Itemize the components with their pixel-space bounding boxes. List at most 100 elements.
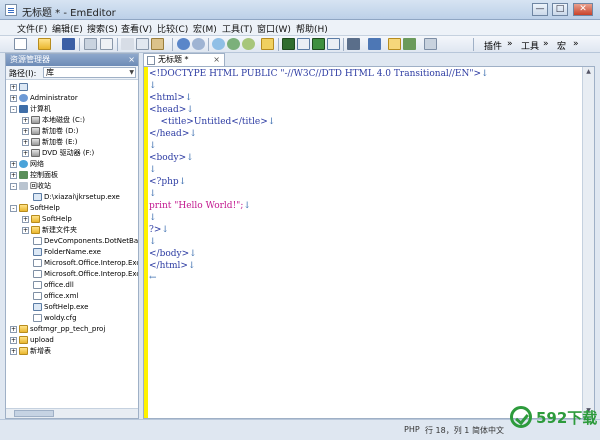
menu-file[interactable]: 文件(F) [17, 22, 47, 35]
cut-icon[interactable] [121, 38, 134, 50]
menu-search[interactable]: 搜索(S) [87, 22, 118, 35]
paste-icon[interactable] [151, 38, 164, 50]
print-icon[interactable] [100, 38, 113, 50]
explorer-pane: 资源管理器 × 路径(I): 库 ▼ + + Administrator - 计算机… [5, 53, 139, 419]
encoding-icon[interactable] [368, 38, 381, 50]
config-icon[interactable] [347, 38, 360, 50]
find-next-icon[interactable] [227, 38, 240, 50]
code-line: ?>↓ [149, 225, 169, 235]
close-button[interactable]: ✕ [573, 3, 593, 16]
code-line: ↓ [149, 237, 157, 247]
library-icon [19, 83, 28, 91]
explorer-close-icon[interactable]: × [128, 54, 135, 66]
find-prev-icon[interactable] [242, 38, 255, 50]
path-select[interactable]: 库 ▼ [43, 67, 136, 78]
plugins-more[interactable]: » [507, 39, 513, 49]
drive-icon [31, 127, 40, 135]
tree-item[interactable]: + 网络 [10, 159, 44, 169]
redo-icon[interactable] [192, 38, 205, 50]
menu-tools[interactable]: 工具(T) [222, 22, 253, 35]
explorer-header: 资源管理器 × [6, 54, 138, 66]
path-value: 库 [46, 68, 54, 77]
exe-file-icon [33, 303, 42, 311]
tree-item[interactable]: Microsoft.Office.Interop.Excel.dll [33, 258, 138, 268]
code-line: print "Hello World!";↓ [149, 201, 251, 211]
menu-edit[interactable]: 编辑(E) [52, 22, 83, 35]
tree-item[interactable]: office.dll [33, 280, 74, 290]
highlight-icon[interactable] [261, 38, 274, 50]
macro-more[interactable]: » [573, 39, 579, 49]
tree-item[interactable]: - 计算机 [10, 104, 51, 114]
save-all-icon[interactable] [84, 38, 97, 50]
menu-compare[interactable]: 比较(C) [157, 22, 188, 35]
open-folder-icon[interactable] [38, 38, 51, 50]
view-mode-2-icon[interactable] [297, 38, 310, 50]
tree-item[interactable]: office.xml [33, 291, 78, 301]
tools-label[interactable]: 工具 [521, 39, 539, 52]
window-title: 无标题 * - EmEditor [22, 8, 116, 19]
tree-item[interactable]: + 新增表 [10, 346, 51, 356]
folder-icon [19, 336, 28, 344]
tree-item[interactable]: - SoftHelp [10, 203, 60, 213]
bookmark-icon[interactable] [388, 38, 401, 50]
status-position: 行 18，列 1 [425, 426, 470, 435]
tree-item[interactable]: D:\xiazai\jkrsetup.exe [33, 192, 120, 202]
tree-item[interactable]: + 本地磁盘 (C:) [22, 115, 85, 125]
editor-vertical-scrollbar[interactable]: ▲ ▼ [582, 67, 594, 418]
undo-icon[interactable] [177, 38, 190, 50]
menu-window[interactable]: 窗口(W) [257, 22, 291, 35]
path-row: 路径(I): 库 ▼ [6, 66, 138, 80]
tree-item[interactable]: + [10, 82, 30, 92]
tree-item[interactable]: SoftHelp.exe [33, 302, 88, 312]
tree-item[interactable]: + 控制面板 [10, 170, 58, 180]
scroll-up-icon[interactable]: ▲ [584, 68, 593, 77]
tree-item[interactable]: + softmgr_pp_tech_proj [10, 324, 105, 334]
tab-untitled[interactable]: 无标题 * × [143, 53, 225, 66]
save-icon[interactable] [62, 38, 75, 50]
view-mode-1-icon[interactable] [282, 38, 295, 50]
code-line: ↓ [149, 81, 157, 91]
menu-macro[interactable]: 宏(M) [193, 22, 217, 35]
maximize-button[interactable]: □ [552, 3, 568, 16]
status-encoding[interactable]: 简体中文 [472, 425, 504, 436]
spell-icon[interactable] [403, 38, 416, 50]
exe-file-icon [33, 193, 42, 201]
path-label: 路径(I): [9, 69, 37, 78]
folder-icon [19, 204, 28, 212]
view-mode-3-icon[interactable] [312, 38, 325, 50]
tree-item[interactable]: Microsoft.Office.Interop.Excel.xml [33, 269, 138, 279]
tree-item[interactable]: FolderName.exe [33, 247, 101, 257]
tree-item[interactable]: + Administrator [10, 93, 78, 103]
tree-item[interactable]: - 回收站 [10, 181, 51, 191]
tree-item[interactable]: + 新加卷 (E:) [22, 137, 77, 147]
tree-item[interactable]: + 新加卷 (D:) [22, 126, 78, 136]
explorer-horizontal-scrollbar[interactable] [6, 408, 138, 418]
tree-item[interactable]: + 新建文件夹 [22, 225, 77, 235]
new-file-icon[interactable] [14, 38, 27, 50]
plugins-label[interactable]: 插件 [484, 39, 502, 52]
find-icon[interactable] [212, 38, 225, 50]
editor-area[interactable]: <!DOCTYPE HTML PUBLIC "-//W3C//DTD HTML … [143, 66, 595, 419]
tools-more[interactable]: » [543, 39, 549, 49]
macro-label[interactable]: 宏 [557, 39, 566, 52]
tree-item[interactable]: woldy.cfg [33, 313, 77, 323]
drive-icon [31, 138, 40, 146]
tree-item[interactable]: + SoftHelp [22, 214, 72, 224]
menu-view[interactable]: 查看(V) [121, 22, 152, 35]
window-icon[interactable] [424, 38, 437, 50]
scrollbar-thumb[interactable] [14, 410, 54, 417]
code-line: </head>↓ [149, 129, 197, 139]
view-mode-4-icon[interactable] [327, 38, 340, 50]
file-icon [33, 270, 42, 278]
minimize-button[interactable]: — [532, 3, 548, 16]
drive-icon [31, 116, 40, 124]
tree-item[interactable]: + upload [10, 335, 54, 345]
copy-icon[interactable] [136, 38, 149, 50]
tree-item[interactable]: DevComponents.DotNetBar2.dll [33, 236, 138, 246]
watermark-text: 592下载 [536, 409, 598, 427]
tree-item[interactable]: + DVD 驱动器 (F:) [22, 148, 94, 158]
code-line: ↓ [149, 141, 157, 151]
menu-help[interactable]: 帮助(H) [296, 22, 328, 35]
tab-close-icon[interactable]: × [213, 54, 220, 66]
status-language[interactable]: PHP [404, 425, 420, 434]
